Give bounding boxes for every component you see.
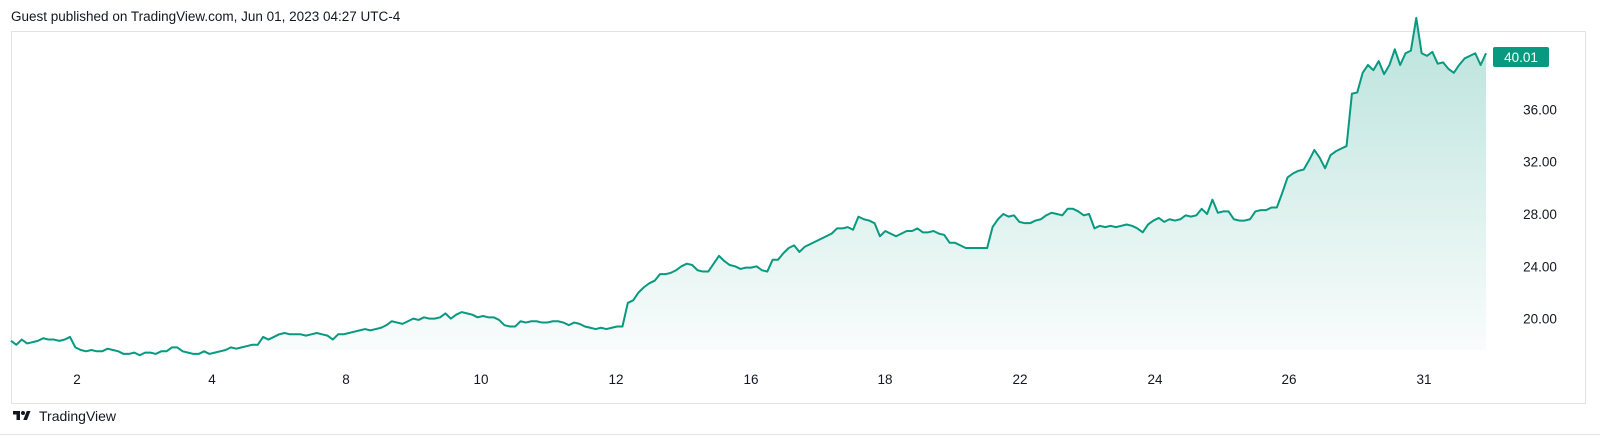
price-chart[interactable]: 2 4 8 10 12 16 18 22 24 26 31 20.0024.0028.0032.00… bbox=[0, 0, 1600, 443]
x-tick-label: 31 bbox=[1416, 372, 1431, 387]
x-tick-label: 16 bbox=[743, 372, 758, 387]
bottom-divider bbox=[0, 434, 1600, 435]
price-area-fill bbox=[11, 17, 1486, 356]
x-tick-label: 2 bbox=[73, 372, 81, 387]
y-tick-label: 32.00 bbox=[1523, 155, 1557, 170]
y-tick-label: 24.00 bbox=[1523, 259, 1557, 274]
last-price-label: 40.01 bbox=[1504, 50, 1538, 65]
x-tick-label: 10 bbox=[473, 372, 488, 387]
x-tick-label: 12 bbox=[608, 372, 623, 387]
x-tick-label: 24 bbox=[1147, 372, 1163, 387]
brand-name: TradingView bbox=[39, 408, 117, 424]
x-tick-label: 22 bbox=[1012, 372, 1027, 387]
tradingview-logo-icon bbox=[13, 411, 31, 420]
x-tick-label: 4 bbox=[208, 372, 216, 387]
y-tick-label: 28.00 bbox=[1523, 207, 1557, 222]
x-tick-label: 18 bbox=[877, 372, 892, 387]
x-tick-label: 8 bbox=[342, 372, 350, 387]
brand-footer[interactable]: TradingView bbox=[11, 406, 116, 426]
y-tick-label: 20.00 bbox=[1523, 312, 1557, 327]
x-tick-label: 26 bbox=[1281, 372, 1296, 387]
y-tick-label: 36.00 bbox=[1523, 102, 1557, 117]
